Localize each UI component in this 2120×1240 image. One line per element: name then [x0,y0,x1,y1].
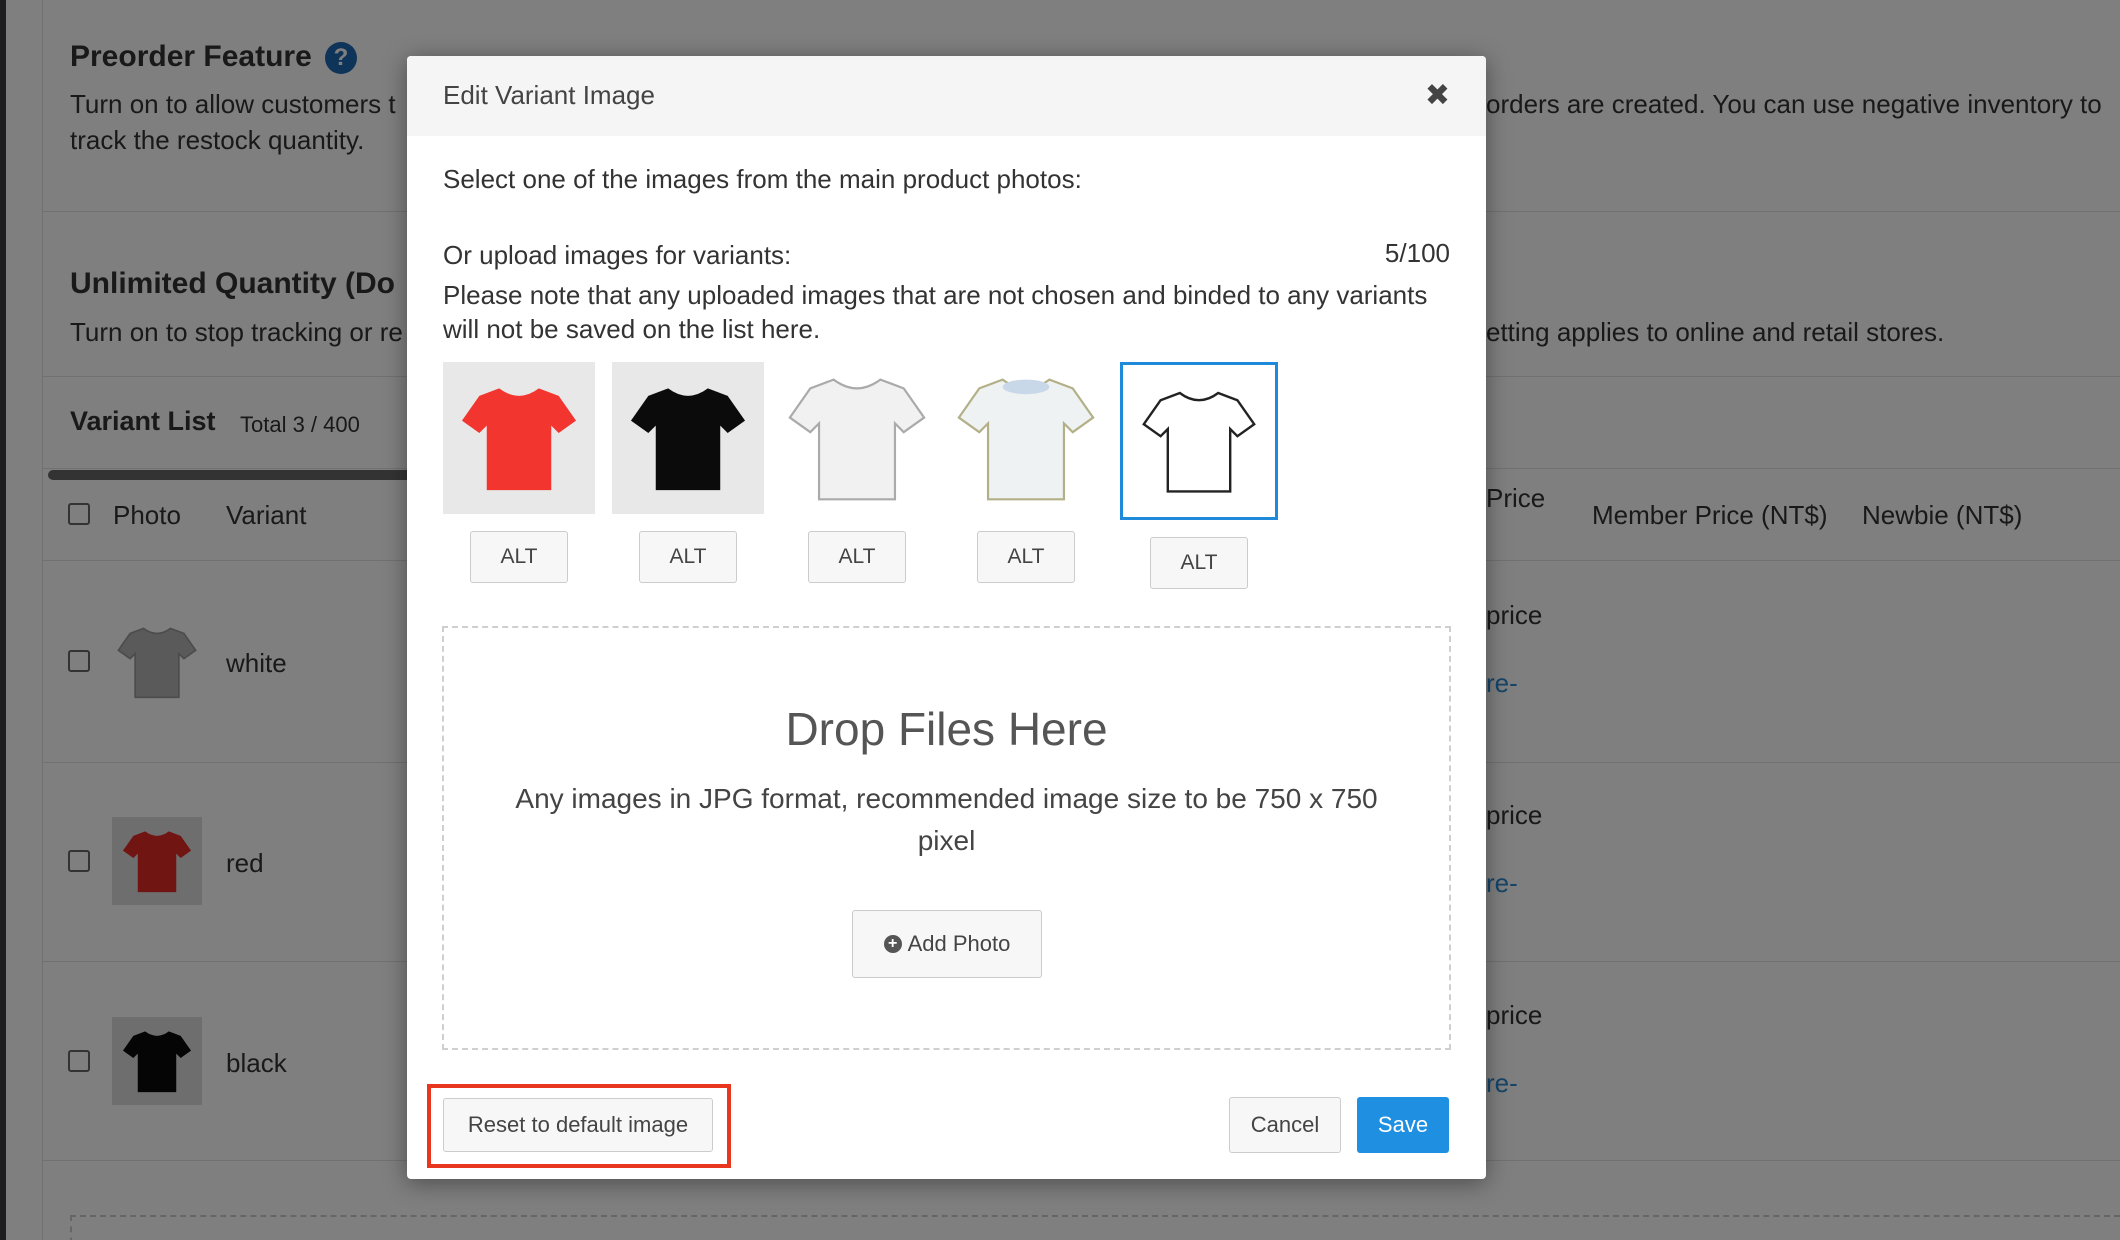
alt-button[interactable]: ALT [1150,537,1248,589]
edit-variant-image-modal: Edit Variant Image ✖ Select one of the i… [407,56,1486,1179]
alt-button[interactable]: ALT [977,531,1075,583]
add-photo-label: Add Photo [907,931,1011,956]
tshirt-icon [461,388,577,491]
cancel-button[interactable]: Cancel [1229,1097,1341,1153]
tshirt-icon [788,378,926,501]
image-option-red-tshirt[interactable] [443,362,595,514]
upload-note-line-2: will not be saved on the list here. [443,314,821,344]
upload-label: Or upload images for variants: [443,240,792,270]
modal-title: Edit Variant Image [443,80,655,110]
close-icon[interactable]: ✖ [1425,78,1450,113]
modal-header: Edit Variant Image ✖ [407,56,1486,136]
image-option-outline-tshirt-selected[interactable] [1120,362,1278,520]
image-option-white-tshirt[interactable] [781,362,933,514]
alt-button[interactable]: ALT [808,531,906,583]
tshirt-icon [1142,391,1256,493]
image-option-light-tshirt[interactable] [950,362,1102,514]
alt-button[interactable]: ALT [470,531,568,583]
add-photo-button[interactable]: + Add Photo [852,910,1042,978]
tshirt-icon [630,388,746,491]
dropzone-description: Any images in JPG format, recommended im… [515,783,1378,856]
plus-circle-icon: + [883,935,902,953]
upload-counter: 5/100 [1384,238,1450,268]
file-dropzone[interactable]: Drop Files Here Any images in JPG format… [442,626,1451,1050]
upload-note-line-1: Please note that any uploaded images tha… [443,280,1428,310]
image-option-black-tshirt[interactable] [612,362,764,514]
dropzone-title: Drop Files Here [785,703,1108,755]
select-instructions: Select one of the images from the main p… [443,164,1082,194]
tshirt-icon [957,378,1095,501]
save-button[interactable]: Save [1357,1097,1449,1153]
alt-button[interactable]: ALT [639,531,737,583]
reset-default-image-button[interactable]: Reset to default image [443,1098,713,1152]
